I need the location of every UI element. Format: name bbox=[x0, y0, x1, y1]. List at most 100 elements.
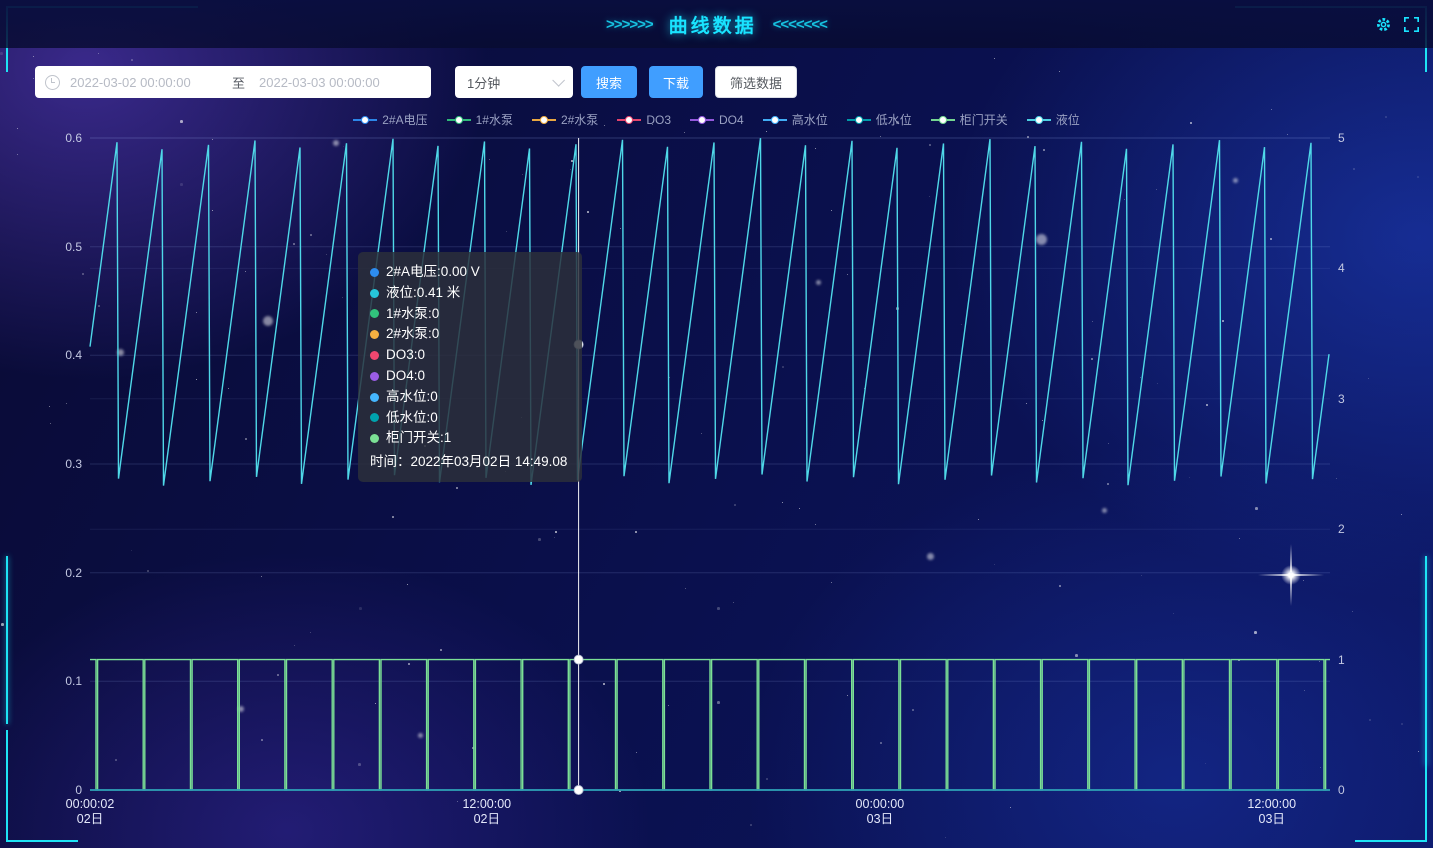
y-axis-left-tick: 0.6 bbox=[65, 131, 82, 145]
y-axis-right-tick: 0 bbox=[1338, 783, 1345, 797]
bokeh-spot bbox=[1036, 234, 1047, 245]
y-axis-left-tick: 0.3 bbox=[65, 457, 82, 471]
legend-label: DO4 bbox=[719, 113, 744, 127]
bokeh-spot bbox=[1233, 178, 1238, 183]
legend-label: 1#水泵 bbox=[476, 111, 513, 128]
frame-edge-right bbox=[1425, 556, 1427, 766]
tooltip-item: 2#水泵:0 bbox=[370, 324, 570, 345]
legend-label: DO3 bbox=[646, 113, 671, 127]
bokeh-spot bbox=[117, 349, 124, 356]
chevron-down-icon bbox=[552, 74, 565, 87]
search-button[interactable]: 搜索 bbox=[581, 66, 637, 98]
series-dot-icon bbox=[370, 351, 379, 360]
bokeh-spot bbox=[238, 706, 244, 712]
header-left-decor: >>>>>> bbox=[606, 16, 653, 33]
page-title: 曲线数据 bbox=[669, 11, 757, 38]
y-axis-left-tick: 0 bbox=[75, 783, 82, 797]
chart-tooltip: 2#A电压:0.00 V液位:0.41 米1#水泵:02#水泵:0DO3:0DO… bbox=[358, 252, 582, 482]
legend-label: 2#A电压 bbox=[382, 111, 427, 128]
end-date-input[interactable] bbox=[257, 74, 409, 91]
bokeh-spot bbox=[1102, 508, 1107, 513]
legend-label: 柜门开关 bbox=[960, 111, 1008, 128]
app-root: >>>>>> 曲线数据 <<<<<<< 至 1分钟 搜索 下载 筛选数据 2#A… bbox=[0, 0, 1433, 848]
bokeh-spot bbox=[418, 733, 423, 738]
series-dot-icon bbox=[370, 393, 379, 402]
legend-marker-icon bbox=[690, 114, 714, 126]
toolbar: 至 1分钟 搜索 下载 筛选数据 bbox=[35, 66, 797, 98]
tooltip-item-text: 低水位:0 bbox=[386, 408, 438, 429]
series-dot-icon bbox=[370, 309, 379, 318]
chart-legend: 2#A电压 1#水泵 2#水泵 DO3 DO4 高水位 低水位 柜门开关 液位 bbox=[0, 111, 1433, 128]
series-dot-icon bbox=[370, 289, 379, 298]
legend-item[interactable]: 高水位 bbox=[763, 111, 828, 128]
crosshair-dot bbox=[574, 786, 583, 795]
legend-marker-icon bbox=[617, 114, 641, 126]
settings-gear-icon[interactable] bbox=[1375, 16, 1392, 33]
y-axis-right-tick: 1 bbox=[1338, 653, 1345, 667]
tooltip-item: DO4:0 bbox=[370, 366, 570, 387]
legend-item[interactable]: 液位 bbox=[1027, 111, 1080, 128]
tooltip-item: 低水位:0 bbox=[370, 408, 570, 429]
series-dot-icon bbox=[370, 434, 379, 443]
series-line bbox=[90, 138, 1329, 486]
legend-marker-icon bbox=[1027, 114, 1051, 126]
legend-item[interactable]: DO3 bbox=[617, 111, 671, 128]
interval-select[interactable]: 1分钟 bbox=[455, 66, 573, 98]
frame-corner-bottom-right bbox=[1355, 730, 1427, 842]
legend-label: 高水位 bbox=[792, 111, 828, 128]
tooltip-item: 高水位:0 bbox=[370, 387, 570, 408]
y-axis-right-tick: 5 bbox=[1338, 131, 1345, 145]
tooltip-item: 2#A电压:0.00 V bbox=[370, 262, 570, 283]
x-axis-tick: 12:00:0003日 bbox=[1247, 797, 1296, 827]
tooltip-item: 液位:0.41 米 bbox=[370, 283, 570, 304]
header: >>>>>> 曲线数据 <<<<<<< bbox=[0, 0, 1433, 48]
legend-marker-icon bbox=[353, 114, 377, 126]
legend-item[interactable]: 低水位 bbox=[847, 111, 912, 128]
x-axis-tick: 12:00:0002日 bbox=[462, 797, 511, 827]
y-axis-right-tick: 3 bbox=[1338, 392, 1345, 406]
tooltip-item: 柜门开关:1 bbox=[370, 428, 570, 449]
legend-marker-icon bbox=[847, 114, 871, 126]
download-button[interactable]: 下载 bbox=[649, 66, 703, 98]
bokeh-spot bbox=[927, 553, 934, 560]
series-dot-icon bbox=[370, 330, 379, 339]
x-axis-tick: 00:00:0202日 bbox=[66, 797, 115, 827]
filter-data-button[interactable]: 筛选数据 bbox=[715, 66, 797, 98]
start-date-input[interactable] bbox=[68, 74, 220, 91]
legend-marker-icon bbox=[532, 114, 556, 126]
legend-marker-icon bbox=[447, 114, 471, 126]
y-axis-left-tick: 0.2 bbox=[65, 566, 82, 580]
tooltip-item-text: 1#水泵:0 bbox=[386, 304, 439, 325]
legend-label: 液位 bbox=[1056, 111, 1080, 128]
date-separator: 至 bbox=[232, 73, 245, 92]
tooltip-item-text: DO3:0 bbox=[386, 345, 425, 366]
header-right-decor: <<<<<<< bbox=[773, 16, 827, 33]
tooltip-item-text: 2#水泵:0 bbox=[386, 324, 439, 345]
tooltip-item: 1#水泵:0 bbox=[370, 304, 570, 325]
y-axis-left-tick: 0.1 bbox=[65, 674, 82, 688]
legend-item[interactable]: 1#水泵 bbox=[447, 111, 513, 128]
legend-item[interactable]: 2#水泵 bbox=[532, 111, 598, 128]
crosshair-dot bbox=[574, 655, 583, 664]
fullscreen-icon[interactable] bbox=[1404, 17, 1419, 32]
legend-label: 低水位 bbox=[876, 111, 912, 128]
legend-item[interactable]: DO4 bbox=[690, 111, 744, 128]
y-axis-right-tick: 2 bbox=[1338, 522, 1345, 536]
series-dot-icon bbox=[370, 372, 379, 381]
bokeh-spot bbox=[263, 316, 273, 326]
tooltip-time: 时间：2022年03月02日 14:49.08 bbox=[370, 451, 570, 472]
tooltip-item-text: 2#A电压:0.00 V bbox=[386, 262, 480, 283]
tooltip-item-text: DO4:0 bbox=[386, 366, 425, 387]
interval-select-value: 1分钟 bbox=[467, 73, 500, 92]
y-axis-left-tick: 0.5 bbox=[65, 240, 82, 254]
tooltip-item-text: 高水位:0 bbox=[386, 387, 438, 408]
legend-item[interactable]: 柜门开关 bbox=[931, 111, 1008, 128]
legend-label: 2#水泵 bbox=[561, 111, 598, 128]
date-range-picker[interactable]: 至 bbox=[35, 66, 431, 98]
tooltip-item-text: 液位:0.41 米 bbox=[386, 283, 460, 304]
legend-item[interactable]: 2#A电压 bbox=[353, 111, 427, 128]
frame-edge-left bbox=[6, 556, 8, 724]
y-axis-right-tick: 4 bbox=[1338, 261, 1345, 275]
clock-icon bbox=[45, 75, 60, 90]
series-dot-icon bbox=[370, 413, 379, 422]
